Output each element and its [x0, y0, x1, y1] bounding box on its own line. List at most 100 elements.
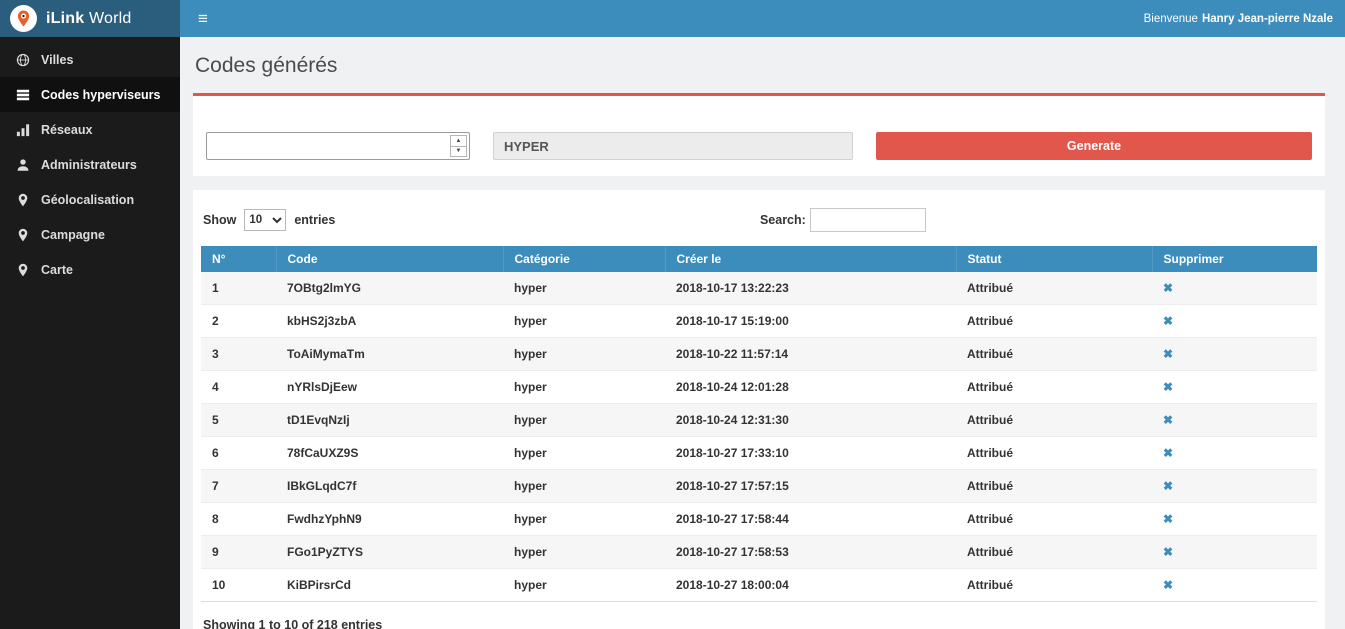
spinner-up-icon[interactable]: ▲ — [451, 136, 466, 146]
table-cell: Attribué — [956, 503, 1152, 536]
table-cell: kbHS2j3zbA — [276, 305, 503, 338]
brand-suffix: World — [89, 10, 132, 27]
table-controls: Show 10 entries Search: — [203, 208, 1315, 232]
table-row: 4nYRlsDjEewhyper2018-10-24 12:01:28Attri… — [201, 371, 1317, 404]
quantity-stepper[interactable]: ▲ ▼ — [450, 135, 467, 157]
sidebar-item-label: Carte — [41, 263, 73, 277]
table-cell: hyper — [503, 272, 665, 305]
user-icon — [15, 157, 30, 172]
search-label: Search: — [760, 213, 806, 227]
sidebar-item-geolocalisation[interactable]: Géolocalisation — [0, 182, 180, 217]
map-pin-icon — [15, 227, 30, 242]
table-cell: 10 — [201, 569, 276, 602]
globe-icon — [15, 52, 30, 67]
delete-icon[interactable]: ✖ — [1163, 479, 1173, 493]
column-header[interactable]: Statut — [956, 246, 1152, 272]
delete-cell: ✖ — [1152, 305, 1317, 338]
delete-icon[interactable]: ✖ — [1163, 314, 1173, 328]
table-cell: IBkGLqdC7f — [276, 470, 503, 503]
delete-icon[interactable]: ✖ — [1163, 347, 1173, 361]
table-cell: Attribué — [956, 338, 1152, 371]
table-cell: ToAiMymaTm — [276, 338, 503, 371]
column-header[interactable]: N° — [201, 246, 276, 272]
column-header[interactable]: Supprimer — [1152, 246, 1317, 272]
table-row: 2kbHS2j3zbAhyper2018-10-17 15:19:00Attri… — [201, 305, 1317, 338]
delete-icon[interactable]: ✖ — [1163, 413, 1173, 427]
codes-table-body: 17OBtg2lmYGhyper2018-10-17 13:22:23Attri… — [201, 272, 1317, 602]
sidebar-item-label: Géolocalisation — [41, 193, 134, 207]
table-cell: 3 — [201, 338, 276, 371]
column-header[interactable]: Créer le — [665, 246, 956, 272]
delete-cell: ✖ — [1152, 371, 1317, 404]
delete-cell: ✖ — [1152, 404, 1317, 437]
table-cell: 2 — [201, 305, 276, 338]
sidebar-toggle-button[interactable]: ≡ — [180, 0, 226, 37]
welcome-user-name: Hanry Jean-pierre Nzale — [1202, 13, 1333, 25]
entries-label: entries — [294, 213, 335, 227]
generate-form-panel: ▲ ▼ Generate — [193, 93, 1325, 176]
table-cell: 7 — [201, 470, 276, 503]
page-title: Codes générés — [195, 54, 1325, 78]
table-cell: hyper — [503, 305, 665, 338]
delete-cell: ✖ — [1152, 503, 1317, 536]
generate-button[interactable]: Generate — [876, 132, 1312, 160]
column-header[interactable]: Catégorie — [503, 246, 665, 272]
table-cell: Attribué — [956, 437, 1152, 470]
hamburger-icon: ≡ — [198, 9, 208, 29]
show-label: Show — [203, 213, 236, 227]
delete-icon[interactable]: ✖ — [1163, 281, 1173, 295]
sidebar-item-codes-hyperviseurs[interactable]: Codes hyperviseurs — [0, 77, 180, 112]
spinner-down-icon[interactable]: ▼ — [451, 146, 466, 157]
delete-cell: ✖ — [1152, 437, 1317, 470]
table-row: 17OBtg2lmYGhyper2018-10-17 13:22:23Attri… — [201, 272, 1317, 305]
table-cell: Attribué — [956, 404, 1152, 437]
table-cell: 2018-10-24 12:01:28 — [665, 371, 956, 404]
search-control: Search: — [760, 208, 926, 232]
table-row: 7IBkGLqdC7fhyper2018-10-27 17:57:15Attri… — [201, 470, 1317, 503]
sidebar-item-villes[interactable]: Villes — [0, 42, 180, 77]
table-cell: 2018-10-17 15:19:00 — [665, 305, 956, 338]
table-cell: 2018-10-27 18:00:04 — [665, 569, 956, 602]
table-cell: 78fCaUXZ9S — [276, 437, 503, 470]
column-header[interactable]: Code — [276, 246, 503, 272]
table-cell: hyper — [503, 404, 665, 437]
codes-table: N°CodeCatégorieCréer leStatutSupprimer 1… — [201, 246, 1317, 602]
delete-icon[interactable]: ✖ — [1163, 446, 1173, 460]
delete-icon[interactable]: ✖ — [1163, 545, 1173, 559]
table-cell: Attribué — [956, 305, 1152, 338]
sidebar-item-administrateurs[interactable]: Administrateurs — [0, 147, 180, 182]
table-cell: 2018-10-24 12:31:30 — [665, 404, 956, 437]
table-cell: hyper — [503, 503, 665, 536]
table-cell: 2018-10-27 17:58:44 — [665, 503, 956, 536]
quantity-input[interactable] — [207, 133, 445, 159]
welcome-message: Bienvenue Hanry Jean-pierre Nzale — [1144, 0, 1345, 37]
brand[interactable]: iLink World — [0, 0, 180, 37]
table-cell: 2018-10-27 17:57:15 — [665, 470, 956, 503]
table-cell: hyper — [503, 371, 665, 404]
table-cell: 2018-10-22 11:57:14 — [665, 338, 956, 371]
table-row: 5tD1EvqNzIjhyper2018-10-24 12:31:30Attri… — [201, 404, 1317, 437]
delete-icon[interactable]: ✖ — [1163, 512, 1173, 526]
map-pin-icon — [15, 262, 30, 277]
entries-control: Show 10 entries — [203, 209, 335, 231]
category-input[interactable] — [493, 132, 853, 160]
signal-icon — [15, 122, 30, 137]
quantity-field[interactable]: ▲ ▼ — [206, 132, 470, 160]
sidebar-item-reseaux[interactable]: Réseaux — [0, 112, 180, 147]
search-input[interactable] — [810, 208, 926, 232]
table-cell: tD1EvqNzIj — [276, 404, 503, 437]
top-bar: iLink World ≡ Bienvenue Hanry Jean-pierr… — [0, 0, 1345, 37]
table-cell: 2018-10-17 13:22:23 — [665, 272, 956, 305]
table-cell: hyper — [503, 338, 665, 371]
delete-icon[interactable]: ✖ — [1163, 578, 1173, 592]
sidebar-item-campagne[interactable]: Campagne — [0, 217, 180, 252]
table-cell: 2018-10-27 17:33:10 — [665, 437, 956, 470]
delete-icon[interactable]: ✖ — [1163, 380, 1173, 394]
table-cell: KiBPirsrCd — [276, 569, 503, 602]
delete-cell: ✖ — [1152, 536, 1317, 569]
sidebar-item-carte[interactable]: Carte — [0, 252, 180, 287]
entries-select[interactable]: 10 — [244, 209, 286, 231]
table-cell: Attribué — [956, 272, 1152, 305]
table-cell: Attribué — [956, 470, 1152, 503]
table-cell: hyper — [503, 569, 665, 602]
